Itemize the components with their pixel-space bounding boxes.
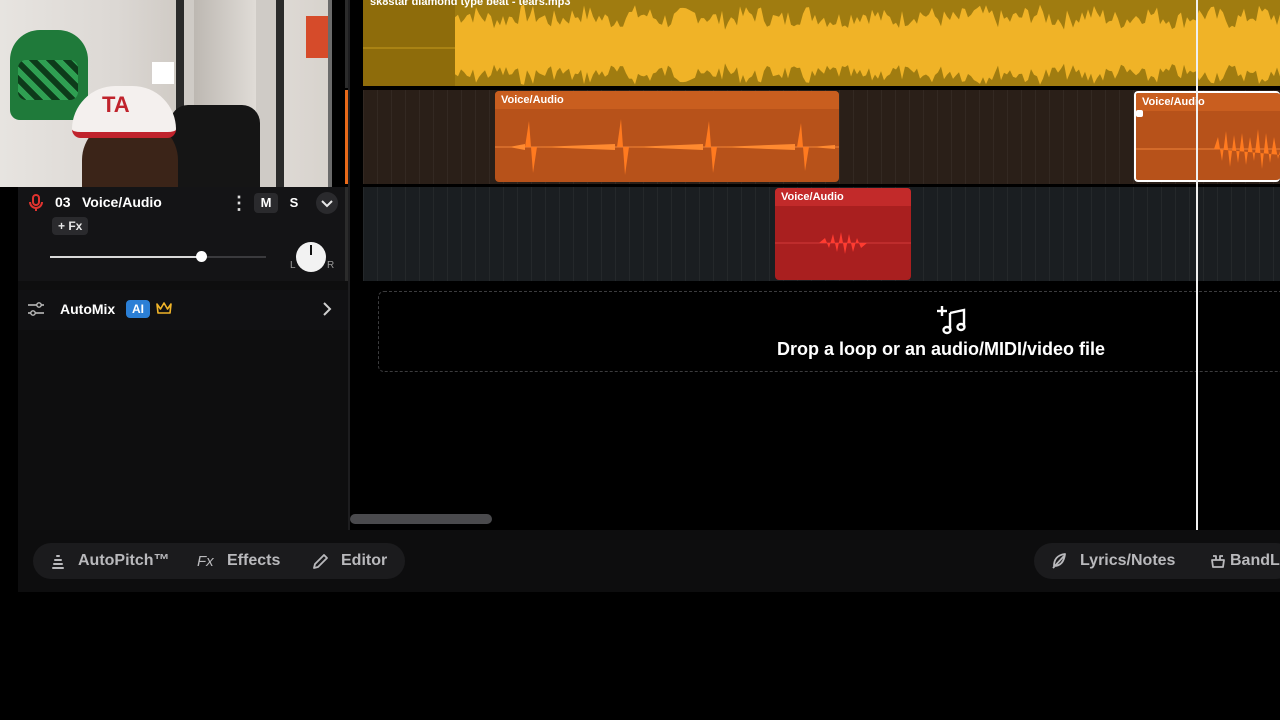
chevron-right-icon[interactable] <box>322 302 332 316</box>
waveform <box>495 119 839 175</box>
microphone-icon[interactable] <box>28 194 44 212</box>
pan-left-label: L <box>290 260 296 271</box>
music-add-icon <box>937 306 966 335</box>
webcam-overlay <box>0 0 332 187</box>
effects-button[interactable]: Effects <box>227 552 280 570</box>
bandlab-button[interactable]: BandL <box>1230 552 1280 570</box>
ai-badge: AI <box>126 300 150 318</box>
track-color-strip-selected <box>345 90 348 184</box>
clip-resize-handle[interactable] <box>1136 110 1143 117</box>
feather-icon[interactable] <box>1049 551 1069 571</box>
track-number: 03 <box>55 194 71 210</box>
track-color-strip <box>345 0 348 88</box>
solo-button[interactable]: S <box>282 193 306 213</box>
clip-title: sk8star diamond type beat - tears.mp3 <box>370 0 571 8</box>
audio-clip-voice-3[interactable]: Voice/Audio <box>775 188 911 280</box>
audio-clip-voice-1[interactable]: Voice/Audio <box>495 91 839 182</box>
autopitch-button[interactable]: AutoPitch™ <box>78 552 170 570</box>
waveform <box>1136 129 1280 169</box>
pan-right-label: R <box>327 260 335 271</box>
automix-label: AutoMix <box>60 301 116 317</box>
expand-track-button[interactable] <box>316 192 338 214</box>
waveform <box>363 0 1280 86</box>
volume-slider-fill <box>50 256 202 258</box>
waveform <box>775 232 911 254</box>
audio-clip-beat[interactable] <box>363 0 1280 86</box>
track-color-strip <box>345 187 348 281</box>
effects-icon[interactable]: Fx <box>197 553 214 570</box>
crown-icon <box>156 302 172 314</box>
more-options-icon[interactable]: ⋮ <box>230 193 248 213</box>
track-name[interactable]: Voice/Audio <box>82 194 162 210</box>
editor-button[interactable]: Editor <box>341 552 387 570</box>
horizontal-scrollbar[interactable] <box>350 514 492 524</box>
pan-knob[interactable] <box>296 242 326 272</box>
bandlab-icon[interactable] <box>1208 551 1228 571</box>
playhead[interactable] <box>1196 0 1198 530</box>
lyrics-notes-button[interactable]: Lyrics/Notes <box>1080 552 1175 570</box>
chevron-down-icon <box>321 200 333 208</box>
add-fx-button[interactable]: + Fx <box>52 217 89 235</box>
audio-clip-voice-2[interactable]: Voice/Audio <box>1134 91 1280 182</box>
autopitch-icon[interactable] <box>48 551 68 571</box>
pencil-icon[interactable] <box>311 551 331 571</box>
panel-divider <box>348 0 350 530</box>
sliders-icon <box>28 302 44 316</box>
drop-zone-text: Drop a loop or an audio/MIDI/video file <box>777 339 1106 359</box>
mute-button[interactable]: M <box>254 193 278 213</box>
